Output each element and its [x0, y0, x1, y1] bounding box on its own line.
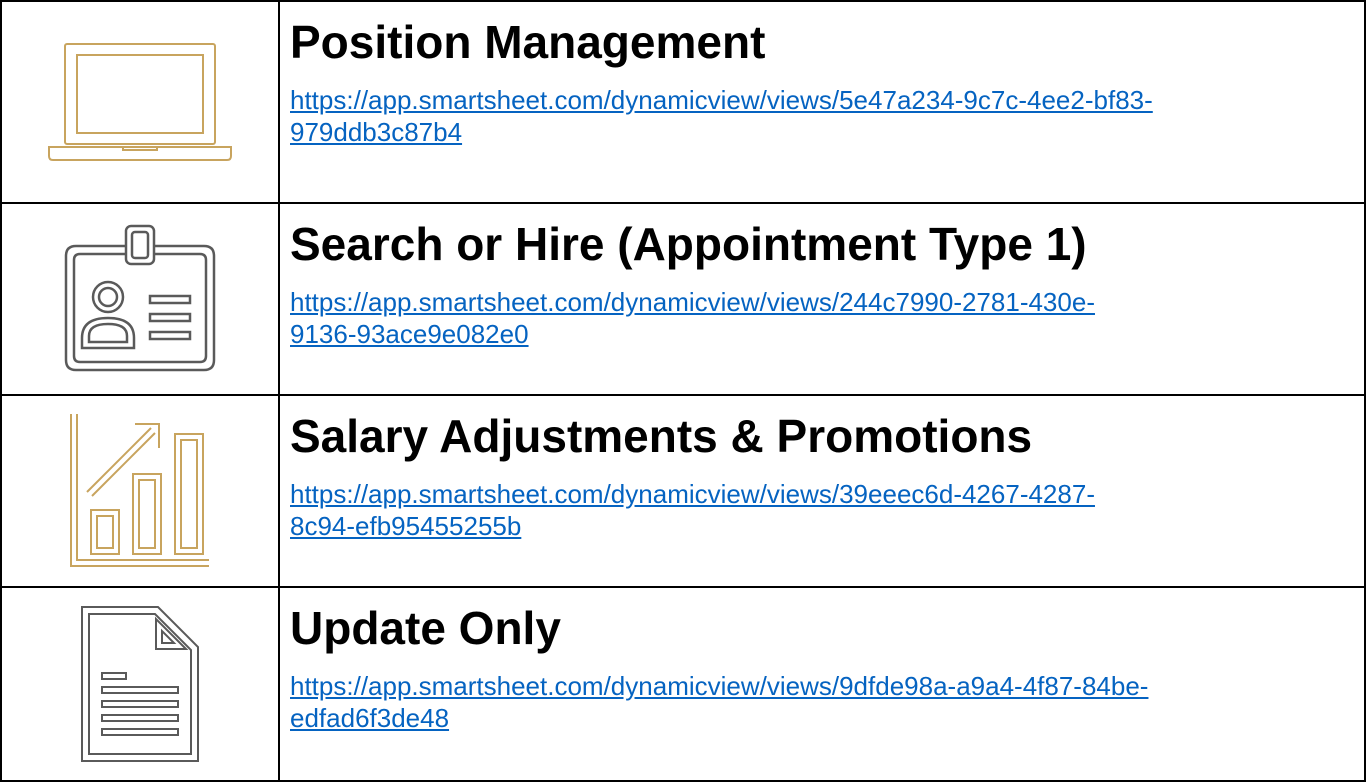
section-title: Position Management — [290, 16, 766, 68]
section-cell: Update Only https://app.smartsheet.com/d… — [278, 586, 1366, 782]
section-link[interactable]: https://app.smartsheet.com/dynamicview/v… — [290, 286, 1350, 350]
growth-chart-icon — [70, 414, 209, 567]
table-row: Search or Hire (Appointment Type 1) http… — [0, 202, 1366, 396]
icon-cell — [0, 202, 280, 396]
section-title: Salary Adjustments & Promotions — [290, 410, 1033, 462]
laptop-icon — [48, 43, 232, 161]
links-table: Position Management https://app.smartshe… — [0, 0, 1366, 782]
section-title: Update Only — [290, 602, 561, 654]
link-line: https://app.smartsheet.com/dynamicview/v… — [290, 287, 1095, 317]
section-cell: Salary Adjustments & Promotions https://… — [278, 394, 1366, 588]
link-line: edfad6f3de48 — [290, 703, 450, 733]
table-row: Salary Adjustments & Promotions https://… — [0, 394, 1366, 588]
table-row: Update Only https://app.smartsheet.com/d… — [0, 586, 1366, 782]
link-line: https://app.smartsheet.com/dynamicview/v… — [290, 671, 1149, 701]
section-link[interactable]: https://app.smartsheet.com/dynamicview/v… — [290, 670, 1350, 734]
icon-cell — [0, 394, 280, 588]
id-badge-icon — [64, 224, 216, 372]
section-link[interactable]: https://app.smartsheet.com/dynamicview/v… — [290, 478, 1350, 542]
icon-cell — [0, 0, 280, 204]
table-row: Position Management https://app.smartshe… — [0, 0, 1366, 204]
section-title: Search or Hire (Appointment Type 1) — [290, 218, 1087, 270]
document-icon — [81, 606, 199, 762]
link-line: https://app.smartsheet.com/dynamicview/v… — [290, 85, 1153, 115]
link-line: 9136-93ace9e082e0 — [290, 319, 529, 349]
link-line: 979ddb3c87b4 — [290, 117, 463, 147]
section-cell: Position Management https://app.smartshe… — [278, 0, 1366, 204]
link-line: https://app.smartsheet.com/dynamicview/v… — [290, 479, 1095, 509]
icon-cell — [0, 586, 280, 782]
link-line: 8c94-efb95455255b — [290, 511, 522, 541]
section-link[interactable]: https://app.smartsheet.com/dynamicview/v… — [290, 84, 1350, 148]
section-cell: Search or Hire (Appointment Type 1) http… — [278, 202, 1366, 396]
